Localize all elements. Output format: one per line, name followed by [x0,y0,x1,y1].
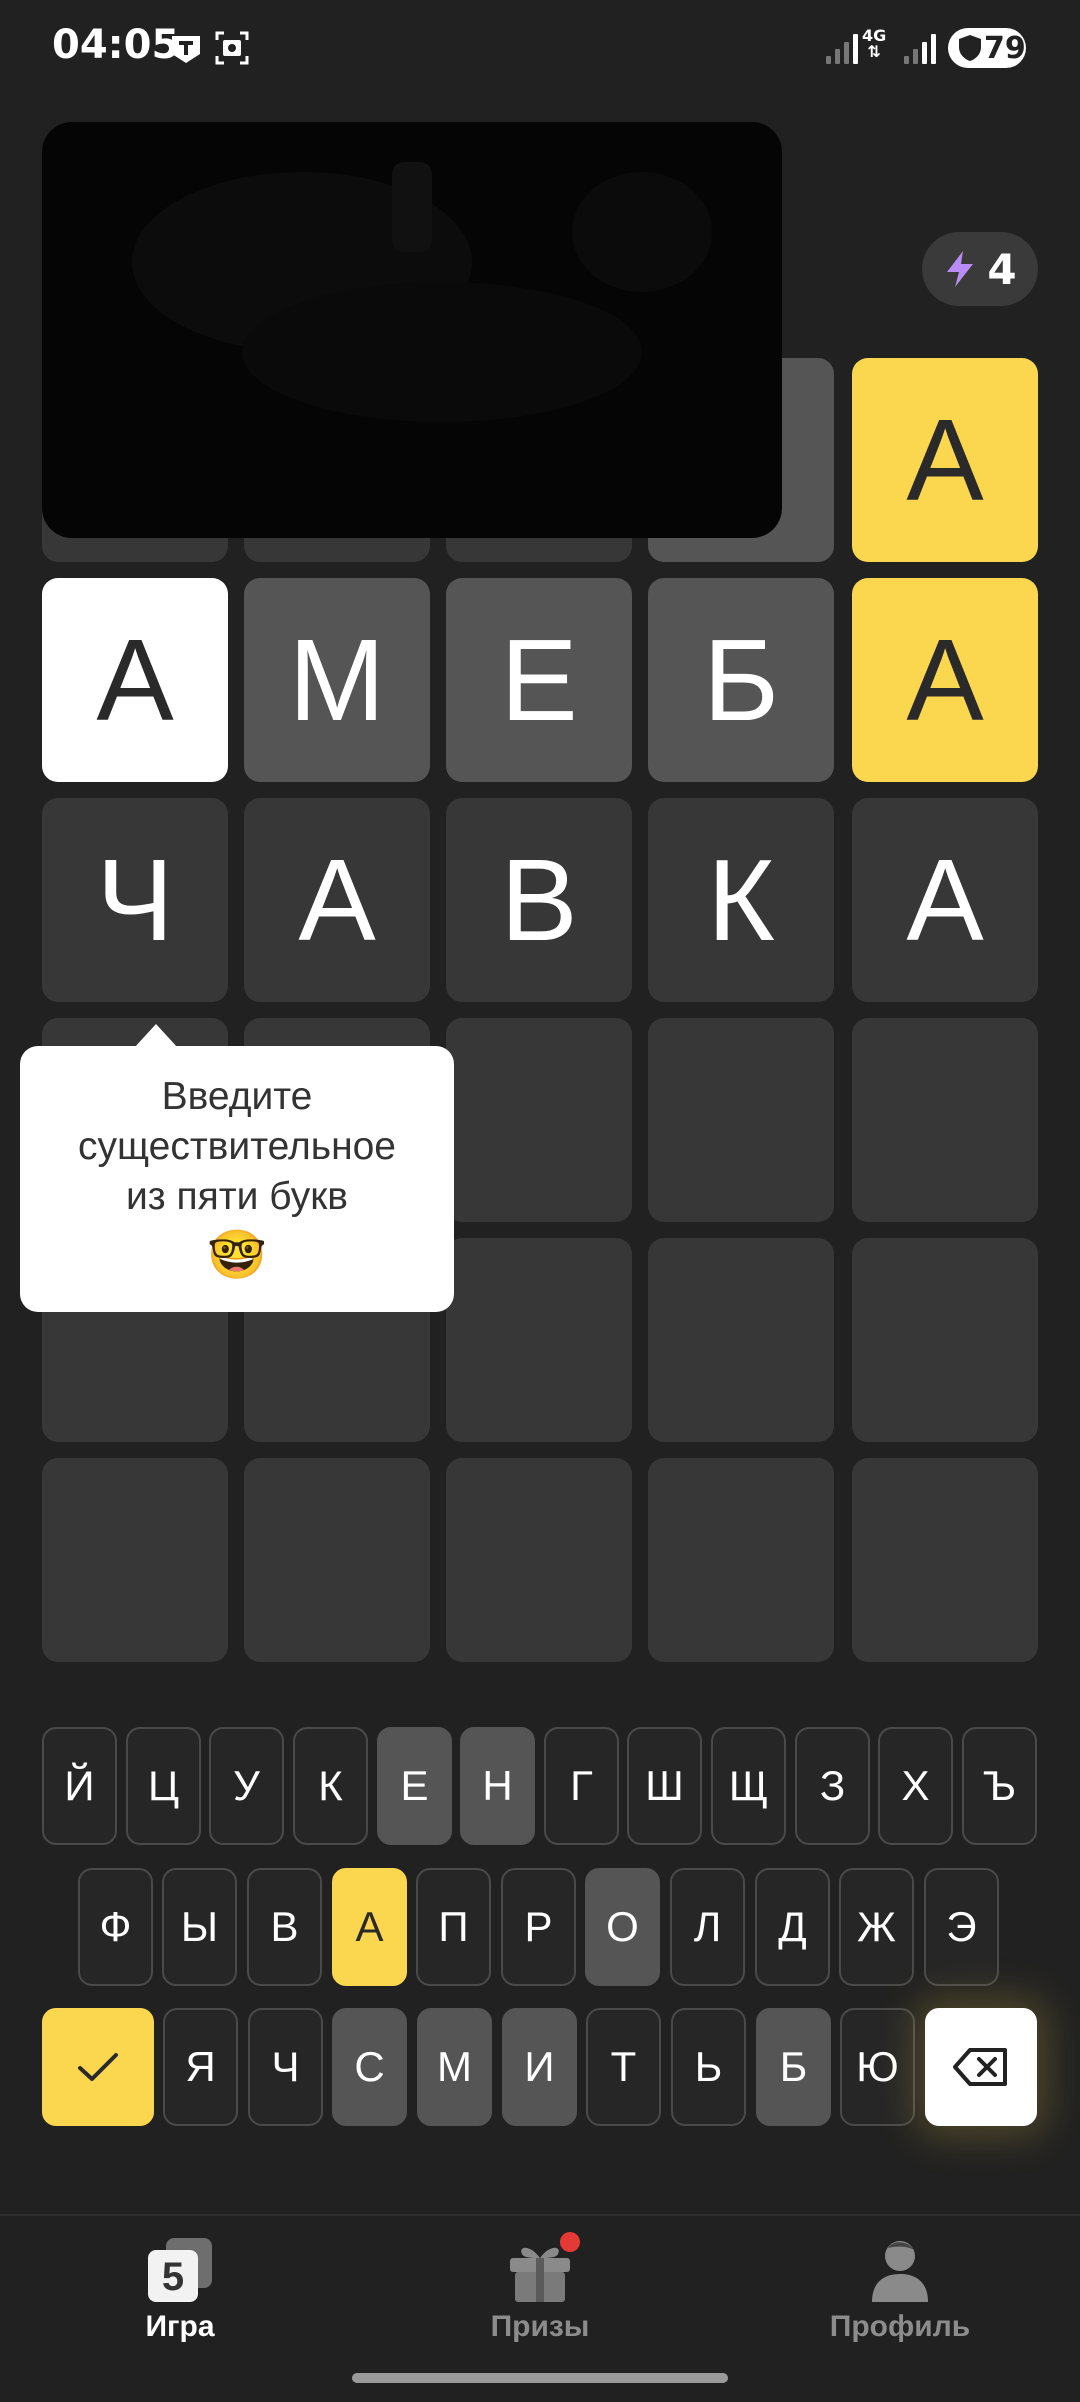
energy-count: 4 [987,244,1017,294]
key[interactable]: Н [460,1727,535,1845]
nav-profile-label: Профиль [829,2310,971,2343]
board-tile: К [648,798,834,1002]
key[interactable]: О [585,1868,660,1986]
key[interactable]: Я [163,2008,238,2126]
board-tile [648,1458,834,1662]
key[interactable]: Ъ [962,1727,1037,1845]
board-tile [648,1018,834,1222]
board-tile [446,1238,632,1442]
lightning-icon [947,251,974,287]
board-tile [852,1238,1038,1442]
network-type: 4G ⇅ [862,26,887,61]
key[interactable]: Ч [248,2008,323,2126]
key[interactable]: С [332,2008,407,2126]
key[interactable]: З [795,1727,870,1845]
battery-level: 79 [984,30,1026,66]
key[interactable]: Е [377,1727,452,1845]
signal-icon [826,30,858,64]
signal-icon-2 [904,30,936,64]
key[interactable]: Б [756,2008,831,2126]
home-indicator[interactable] [352,2373,728,2383]
t-app-icon [172,36,200,63]
status-bar: 04:05 4G ⇅ 79 [0,0,1080,100]
tooltip-line-2: существительное [77,1125,397,1168]
nav-game[interactable]: 5 Игра [80,2234,280,2344]
battery-indicator: 79 [948,28,1026,68]
board-tile: А [852,358,1038,562]
key[interactable]: И [502,2008,577,2126]
backspace-icon [953,2048,1007,2086]
board-tile: А [852,798,1038,1002]
nav-prizes[interactable]: Призы [440,2232,640,2344]
nerd-face-emoji: 🤓 [207,1229,267,1282]
board-tile: А [42,578,228,782]
nav-game-label: Игра [145,2310,215,2343]
board-tile: А [244,798,430,1002]
key[interactable]: Т [586,2008,661,2126]
notification-dot [560,2232,580,2252]
board-tile [852,1458,1038,1662]
key[interactable]: Х [878,1727,953,1845]
board-tile [446,1458,632,1662]
status-time: 04:05 [52,22,180,68]
key[interactable]: Л [670,1868,745,1986]
video-frame [132,162,712,422]
tooltip-line-1: Введите [161,1075,313,1118]
key[interactable]: Ф [78,1868,153,1986]
key[interactable]: Э [924,1868,999,1986]
key[interactable]: Ш [627,1727,702,1845]
board-tile: В [446,798,632,1002]
key[interactable]: К [293,1727,368,1845]
key[interactable]: В [247,1868,322,1986]
submit-button[interactable] [42,2008,154,2126]
board-tile [446,1018,632,1222]
hint-tooltip: Введите существительное из пяти букв 🤓 [20,1024,454,1312]
board-tile: Е [446,578,632,782]
key[interactable]: Щ [711,1727,786,1845]
key[interactable]: Ю [840,2008,915,2126]
board-tile: Ч [42,798,228,1002]
key[interactable]: Ж [839,1868,914,1986]
energy-badge[interactable]: 4 [922,232,1038,306]
nav-profile[interactable]: Профиль [800,2234,1000,2344]
key[interactable]: Р [501,1868,576,1986]
key[interactable]: Д [755,1868,830,1986]
svg-text:5: 5 [162,2255,184,2299]
tooltip-line-3: из пяти букв [126,1175,348,1218]
key[interactable]: Ц [126,1727,201,1845]
key[interactable]: Ь [671,2008,746,2126]
profile-icon [872,2241,928,2302]
key[interactable]: М [417,2008,492,2126]
board-tile: А [852,578,1038,782]
check-icon [78,2053,118,2081]
board-tile [42,1458,228,1662]
backspace-button[interactable] [925,2008,1037,2126]
key[interactable]: А [332,1868,407,1986]
screenshot-icon [215,31,249,65]
board-tile: Б [648,578,834,782]
key[interactable]: Г [544,1727,619,1845]
video-overlay[interactable] [42,122,782,538]
board-tile [852,1018,1038,1222]
shield-icon [959,35,981,61]
nav-prizes-label: Призы [490,2310,590,2343]
board-tile [648,1238,834,1442]
key[interactable]: У [209,1727,284,1845]
key[interactable]: Й [42,1727,117,1845]
key[interactable]: П [416,1868,491,1986]
board-tile: М [244,578,430,782]
board-tile [244,1458,430,1662]
key[interactable]: Ы [162,1868,237,1986]
game-icon: 5 [148,2238,212,2302]
